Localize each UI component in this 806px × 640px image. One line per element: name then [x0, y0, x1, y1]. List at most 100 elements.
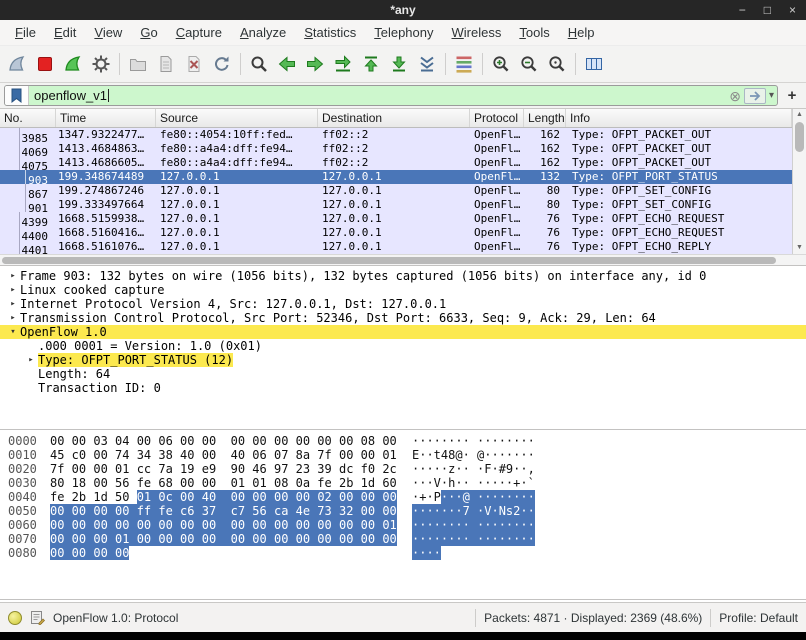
detail-line-transaction-id[interactable]: Transaction ID: 0	[0, 381, 806, 395]
go-to-packet-button[interactable]	[329, 50, 357, 78]
expert-info-icon[interactable]	[8, 610, 22, 625]
close-file-button[interactable]	[180, 50, 208, 78]
expander-collapsed-icon[interactable]	[6, 311, 20, 325]
filter-bookmark-button[interactable]	[5, 86, 29, 105]
menu-analyze[interactable]: Analyze	[231, 22, 295, 43]
menu-view[interactable]: View	[85, 22, 131, 43]
first-packet-button[interactable]	[357, 50, 385, 78]
hex-row[interactable]: 0010 45 c0 00 74 34 38 40 00 40 06 07 8a …	[0, 448, 806, 462]
column-length[interactable]: Length	[524, 109, 566, 127]
find-packet-button[interactable]	[245, 50, 273, 78]
hex-row[interactable]: 0060 00 00 00 00 00 00 00 00 00 00 00 00 …	[0, 518, 806, 532]
arrow-right-icon	[307, 56, 324, 72]
display-filter-input[interactable]: openflow_v1 ⊗ ▾	[4, 85, 778, 106]
hex-row[interactable]: 0040 fe 2b 1d 50 01 0c 00 40 00 00 00 00 …	[0, 490, 806, 504]
menu-edit[interactable]: Edit	[45, 22, 85, 43]
colorize-packets-button[interactable]	[450, 50, 478, 78]
detail-line-frame[interactable]: Frame 903: 132 bytes on wire (1056 bits)…	[0, 269, 806, 283]
menu-capture[interactable]: Capture	[167, 22, 231, 43]
column-time[interactable]: Time	[56, 109, 156, 127]
clear-filter-icon[interactable]: ⊗	[729, 89, 741, 103]
packet-row-selected[interactable]: 903 199.348674489 127.0.0.1 127.0.0.1 OpenFl…	[0, 170, 792, 184]
save-file-button[interactable]	[152, 50, 180, 78]
expander-expanded-icon[interactable]	[6, 325, 20, 339]
packet-row[interactable]: 4399 1668.5159938… 127.0.0.1 127.0.0.1 OpenF…	[0, 212, 792, 226]
detail-line-openflow[interactable]: OpenFlow 1.0	[0, 325, 806, 339]
packet-row[interactable]: 4401 1668.5161076… 127.0.0.1 127.0.0.1 OpenF…	[0, 240, 792, 254]
titlebar[interactable]: *any − □ ×	[0, 0, 806, 20]
green-fin-icon	[65, 56, 81, 71]
scroll-up-icon[interactable]	[793, 109, 806, 121]
detail-line-tcp[interactable]: Transmission Control Protocol, Src Port:…	[0, 311, 806, 325]
menu-wireless[interactable]: Wireless	[443, 22, 511, 43]
packet-row[interactable]: 901 199.333497664 127.0.0.1 127.0.0.1 OpenFl…	[0, 198, 792, 212]
go-back-button[interactable]	[273, 50, 301, 78]
go-forward-button[interactable]	[301, 50, 329, 78]
scrollbar-thumb[interactable]	[795, 122, 804, 152]
last-packet-button[interactable]	[385, 50, 413, 78]
minimize-icon[interactable]: −	[739, 0, 746, 20]
stop-capture-button[interactable]	[31, 50, 59, 78]
menu-tools[interactable]: Tools	[510, 22, 558, 43]
menu-statistics[interactable]: Statistics	[295, 22, 365, 43]
packet-row[interactable]: 3985 1347.9322477… fe80::4054:10ff:fed… ff0…	[0, 128, 792, 142]
column-source[interactable]: Source	[156, 109, 318, 127]
menu-go[interactable]: Go	[131, 22, 166, 43]
auto-scroll-button[interactable]	[413, 50, 441, 78]
column-info[interactable]: Info	[566, 109, 792, 127]
filter-dropdown-icon[interactable]: ▾	[769, 90, 774, 101]
open-file-button[interactable]	[124, 50, 152, 78]
packet-row[interactable]: 4069 1413.4684863… fe80::a4a4:dff:fe94… ff0…	[0, 142, 792, 156]
packet-detail-pane: Frame 903: 132 bytes on wire (1056 bits)…	[0, 266, 806, 430]
menu-help[interactable]: Help	[559, 22, 604, 43]
column-protocol[interactable]: Protocol	[470, 109, 524, 127]
expander-collapsed-icon[interactable]	[6, 283, 20, 297]
menu-telephony[interactable]: Telephony	[365, 22, 442, 43]
expander-collapsed-icon[interactable]	[24, 353, 38, 367]
capture-options-button[interactable]	[87, 50, 115, 78]
zoom-original-button[interactable]	[543, 50, 571, 78]
scrollbar-thumb[interactable]	[2, 257, 776, 264]
hex-row[interactable]: 0020 7f 00 00 01 cc 7a 19 e9 90 46 97 23 …	[0, 462, 806, 476]
horizontal-scrollbar[interactable]	[0, 254, 806, 266]
hex-row[interactable]: 0030 80 18 00 56 fe 68 00 00 01 01 08 0a …	[0, 476, 806, 490]
detail-line-ip[interactable]: Internet Protocol Version 4, Src: 127.0.…	[0, 297, 806, 311]
column-destination[interactable]: Destination	[318, 109, 470, 127]
apply-filter-button[interactable]	[743, 87, 766, 104]
restart-capture-button[interactable]	[59, 50, 87, 78]
desktop-edge	[0, 632, 806, 640]
hex-row[interactable]: 0000 00 00 03 04 00 06 00 00 00 00 00 00 …	[0, 434, 806, 448]
zoom-in-button[interactable]	[487, 50, 515, 78]
maximize-icon[interactable]: □	[764, 0, 771, 20]
scroll-down-icon[interactable]	[793, 242, 806, 254]
hex-row[interactable]: 0070 00 00 00 01 00 00 00 00 00 00 00 00 …	[0, 532, 806, 546]
toolbar-separator	[240, 53, 241, 75]
vertical-scrollbar[interactable]	[792, 109, 806, 254]
add-filter-button[interactable]: +	[782, 86, 802, 106]
reload-file-button[interactable]	[208, 50, 236, 78]
close-icon[interactable]: ×	[789, 0, 796, 20]
packet-row[interactable]: 867 199.274867246 127.0.0.1 127.0.0.1 OpenFl…	[0, 184, 792, 198]
packet-row[interactable]: 4400 1668.5160416… 127.0.0.1 127.0.0.1 OpenF…	[0, 226, 792, 240]
menu-file[interactable]: File	[6, 22, 45, 43]
resize-columns-button[interactable]	[580, 50, 608, 78]
hex-row[interactable]: 0080 00 00 00 00 ····	[0, 546, 806, 560]
packet-counts: Packets: 4871 · Displayed: 2369 (48.6%)	[484, 610, 703, 625]
status-separator	[710, 608, 712, 627]
detail-line-linux-cooked[interactable]: Linux cooked capture	[0, 283, 806, 297]
detail-line-type[interactable]: Type: OFPT_PORT_STATUS (12)	[0, 353, 806, 367]
detail-line-version[interactable]: .000 0001 = Version: 1.0 (0x01)	[0, 339, 806, 353]
start-capture-button[interactable]	[3, 50, 31, 78]
toolbar-separator	[445, 53, 446, 75]
profile-status[interactable]: Profile: Default	[719, 611, 798, 625]
expander-collapsed-icon[interactable]	[6, 297, 20, 311]
expander-collapsed-icon[interactable]	[6, 269, 20, 283]
packet-row[interactable]: 4075 1413.4686605… fe80::a4a4:dff:fe94… ff0…	[0, 156, 792, 170]
zoom-out-button[interactable]	[515, 50, 543, 78]
capture-comment-icon[interactable]	[30, 610, 45, 625]
detail-line-length[interactable]: Length: 64	[0, 367, 806, 381]
hex-row[interactable]: 0050 00 00 00 00 ff fe c6 37 c7 56 ca 4e …	[0, 504, 806, 518]
shark-fin-icon	[9, 56, 25, 71]
zoom-original-icon	[549, 56, 565, 72]
column-no[interactable]: No.	[0, 109, 56, 127]
